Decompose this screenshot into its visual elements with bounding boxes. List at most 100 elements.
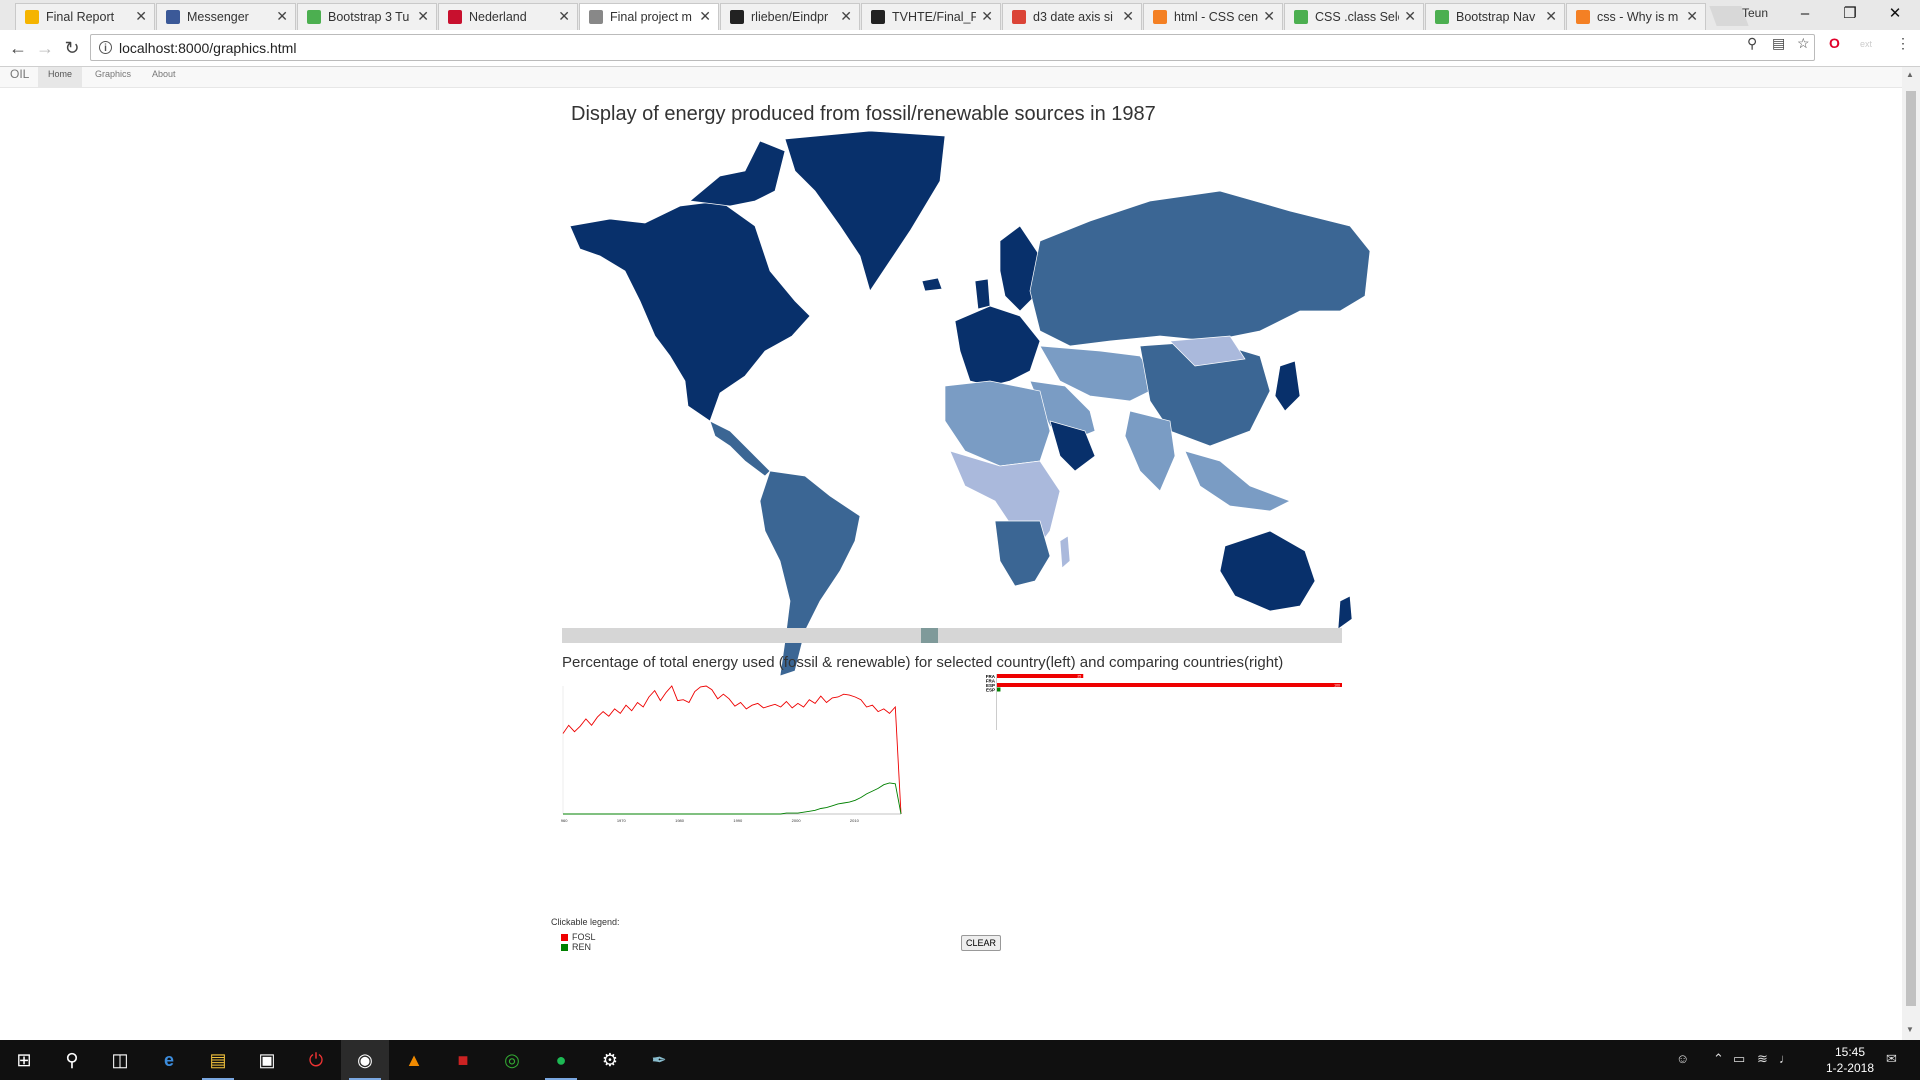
line-chart[interactable]: 1960 1970 1980 1990 2000 2010	[561, 674, 909, 834]
settings-icon[interactable]: ⚙	[586, 1040, 634, 1080]
notifications-icon[interactable]: ✉	[1886, 1051, 1897, 1067]
browser-tab[interactable]: d3 date axis si ✕	[1002, 3, 1142, 30]
menu-icon[interactable]: ⋮	[1896, 35, 1910, 52]
nav-graphics[interactable]: Graphics	[85, 67, 141, 87]
browser-tab[interactable]: Bootstrap Nav ✕	[1425, 3, 1565, 30]
country-south-america[interactable]	[759, 470, 861, 677]
country-india[interactable]	[1124, 410, 1176, 492]
browser-tab[interactable]: Final project m ✕	[579, 3, 719, 31]
legend-item-fosl[interactable]: FOSL	[561, 932, 596, 942]
tab-close-icon[interactable]: ✕	[276, 8, 288, 25]
year-slider-handle[interactable]	[921, 628, 938, 643]
tab-close-icon[interactable]: ✕	[981, 8, 993, 25]
bar-fossil[interactable]	[997, 674, 1084, 678]
reload-icon[interactable]: ↻	[60, 36, 84, 60]
zoom-icon[interactable]: ⚲	[1747, 35, 1757, 52]
tab-close-icon[interactable]: ✕	[1686, 8, 1698, 25]
close-window-button[interactable]: ✕	[1875, 2, 1915, 26]
bar-chart[interactable]: FRA 25FRAESP 100ESP	[975, 672, 1345, 732]
scroll-up-icon[interactable]: ▲	[1906, 70, 1914, 79]
bookmark-star-icon[interactable]: ☆	[1797, 35, 1810, 52]
country-greenland[interactable]	[784, 131, 946, 292]
people-icon[interactable]: ☺	[1676, 1051, 1689, 1066]
browser-tab[interactable]: TVHTE/Final_P ✕	[861, 3, 1001, 30]
tab-close-icon[interactable]: ✕	[699, 8, 711, 25]
scrollbar-thumb[interactable]	[1906, 91, 1916, 1006]
country-western-europe[interactable]	[954, 305, 1041, 387]
country-australia[interactable]	[1219, 530, 1316, 612]
tab-close-icon[interactable]: ✕	[1545, 8, 1557, 25]
country-new-zealand[interactable]	[1337, 595, 1353, 630]
navbar-brand[interactable]: OIL	[10, 67, 29, 81]
browser-tab[interactable]: Nederland ✕	[438, 3, 578, 30]
tab-close-icon[interactable]: ✕	[135, 8, 147, 25]
tab-close-icon[interactable]: ✕	[1122, 8, 1134, 25]
tab-close-icon[interactable]: ✕	[558, 8, 570, 25]
tab-close-icon[interactable]: ✕	[1404, 8, 1416, 25]
info-icon[interactable]: i	[99, 41, 112, 54]
browser-tab[interactable]: css - Why is m ✕	[1566, 3, 1706, 30]
spotify-icon[interactable]: ●	[537, 1040, 585, 1080]
bar-renewable[interactable]	[997, 687, 1001, 692]
tab-close-icon[interactable]: ✕	[840, 8, 852, 25]
profile-name[interactable]: Teun	[1742, 6, 1768, 20]
tray-chevron-icon[interactable]: ⌃	[1713, 1051, 1724, 1067]
country-southern-africa[interactable]	[994, 520, 1051, 587]
nav-about[interactable]: About	[142, 67, 186, 87]
back-icon[interactable]: ←	[6, 36, 30, 60]
address-bar[interactable]: i localhost:8000/graphics.html	[90, 34, 1815, 61]
search-icon[interactable]: ⚲	[48, 1040, 96, 1080]
network-app-icon[interactable]: ◎	[488, 1040, 536, 1080]
country-japan[interactable]	[1274, 360, 1301, 412]
tab-close-icon[interactable]: ✕	[1263, 8, 1275, 25]
chrome-icon[interactable]: ◉	[341, 1040, 389, 1080]
battery-icon[interactable]: ▭	[1733, 1051, 1745, 1067]
clear-button[interactable]: CLEAR	[961, 935, 1002, 951]
series-line-fossil[interactable]	[562, 685, 902, 815]
browser-tab[interactable]: CSS .class Sele ✕	[1284, 3, 1424, 30]
country-central-america[interactable]	[709, 420, 771, 477]
browser-tab[interactable]: html - CSS cen ✕	[1143, 3, 1283, 30]
tab-close-icon[interactable]: ✕	[417, 8, 429, 25]
vlc-icon[interactable]: ▲	[390, 1040, 438, 1080]
store-icon[interactable]: ▣	[243, 1040, 291, 1080]
country-madagascar[interactable]	[1059, 535, 1071, 569]
country-southeast-asia[interactable]	[1184, 450, 1291, 512]
mendeley-icon[interactable]: ■	[439, 1040, 487, 1080]
country-arctic-islands[interactable]	[689, 140, 786, 207]
bar-fossil[interactable]	[997, 683, 1342, 687]
extension-icon[interactable]: ext	[1860, 39, 1872, 49]
browser-tab[interactable]: Final Report ✕	[15, 3, 155, 30]
system-clock[interactable]: 15:45 1-2-2018	[1820, 1044, 1880, 1076]
world-map[interactable]	[570, 131, 1373, 691]
maximize-button[interactable]: ❐	[1830, 2, 1870, 26]
task-view-icon[interactable]: ◫	[96, 1040, 144, 1080]
country-north-africa[interactable]	[944, 380, 1051, 467]
country-russia[interactable]	[1029, 190, 1371, 347]
url-text[interactable]: localhost:8000/graphics.html	[119, 40, 296, 56]
nav-home[interactable]: Home	[38, 67, 83, 87]
browser-tab[interactable]: rlieben/Eindpr ✕	[720, 3, 860, 30]
power-app-icon[interactable]: ⏻	[292, 1040, 340, 1080]
file-explorer-icon[interactable]: ▤	[194, 1040, 242, 1080]
country-iceland[interactable]	[921, 277, 943, 292]
paint-icon[interactable]: ✒	[635, 1040, 683, 1080]
minimize-button[interactable]: –	[1785, 2, 1825, 26]
opera-extension-icon[interactable]: O	[1829, 35, 1840, 51]
browser-tab[interactable]: Messenger ✕	[156, 3, 296, 30]
series-line-renewable[interactable]	[563, 782, 902, 815]
browser-tab[interactable]: Bootstrap 3 Tu ✕	[297, 3, 437, 30]
year-slider[interactable]	[562, 628, 1342, 643]
translate-icon[interactable]: ▤	[1772, 35, 1785, 52]
windows-start-icon[interactable]: ⊞	[0, 1040, 48, 1080]
legend-item-ren[interactable]: REN	[561, 942, 591, 952]
page-scrollbar[interactable]: ▲ ▼	[1902, 67, 1920, 1040]
edge-icon[interactable]: e	[145, 1040, 193, 1080]
country-uk[interactable]	[974, 278, 991, 310]
scroll-down-icon[interactable]: ▼	[1906, 1025, 1914, 1034]
wifi-icon[interactable]: ≋	[1757, 1051, 1768, 1067]
volume-icon[interactable]: ♩	[1779, 1051, 1792, 1066]
forward-icon[interactable]: →	[33, 36, 57, 60]
x-tick-label: 1960	[561, 818, 568, 823]
country-north-america[interactable]	[570, 200, 811, 422]
